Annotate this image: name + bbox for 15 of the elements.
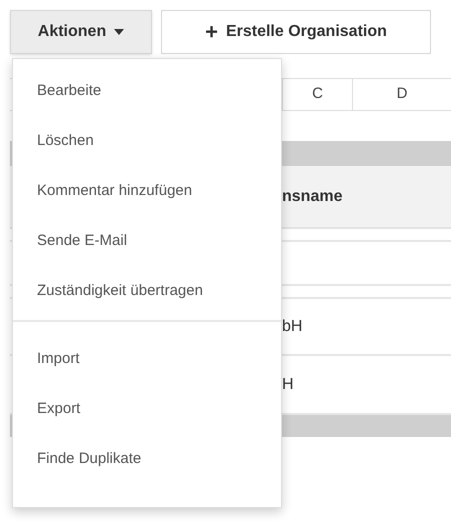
menu-item[interactable]: Export [13, 384, 281, 434]
column-header: nsname [282, 186, 342, 206]
menu-item[interactable]: Finde Duplikate [13, 434, 281, 484]
actions-button[interactable]: Aktionen [10, 10, 152, 54]
table-cell-text: bH [282, 316, 302, 336]
menu-item[interactable]: Bearbeite [13, 66, 281, 116]
menu-item[interactable]: Zuständigkeit übertragen [13, 266, 281, 316]
menu-item[interactable]: Löschen [13, 116, 281, 166]
create-button[interactable]: + Erstelle Organisation [161, 10, 431, 54]
menu-item[interactable]: Import [13, 334, 281, 384]
caret-icon [114, 29, 124, 35]
table-cell-text: H [282, 374, 294, 394]
menu-item[interactable]: Sende E-Mail [13, 216, 281, 266]
menu-item[interactable]: Kommentar hinzufügen [13, 166, 281, 216]
column-letter: D [352, 79, 451, 110]
